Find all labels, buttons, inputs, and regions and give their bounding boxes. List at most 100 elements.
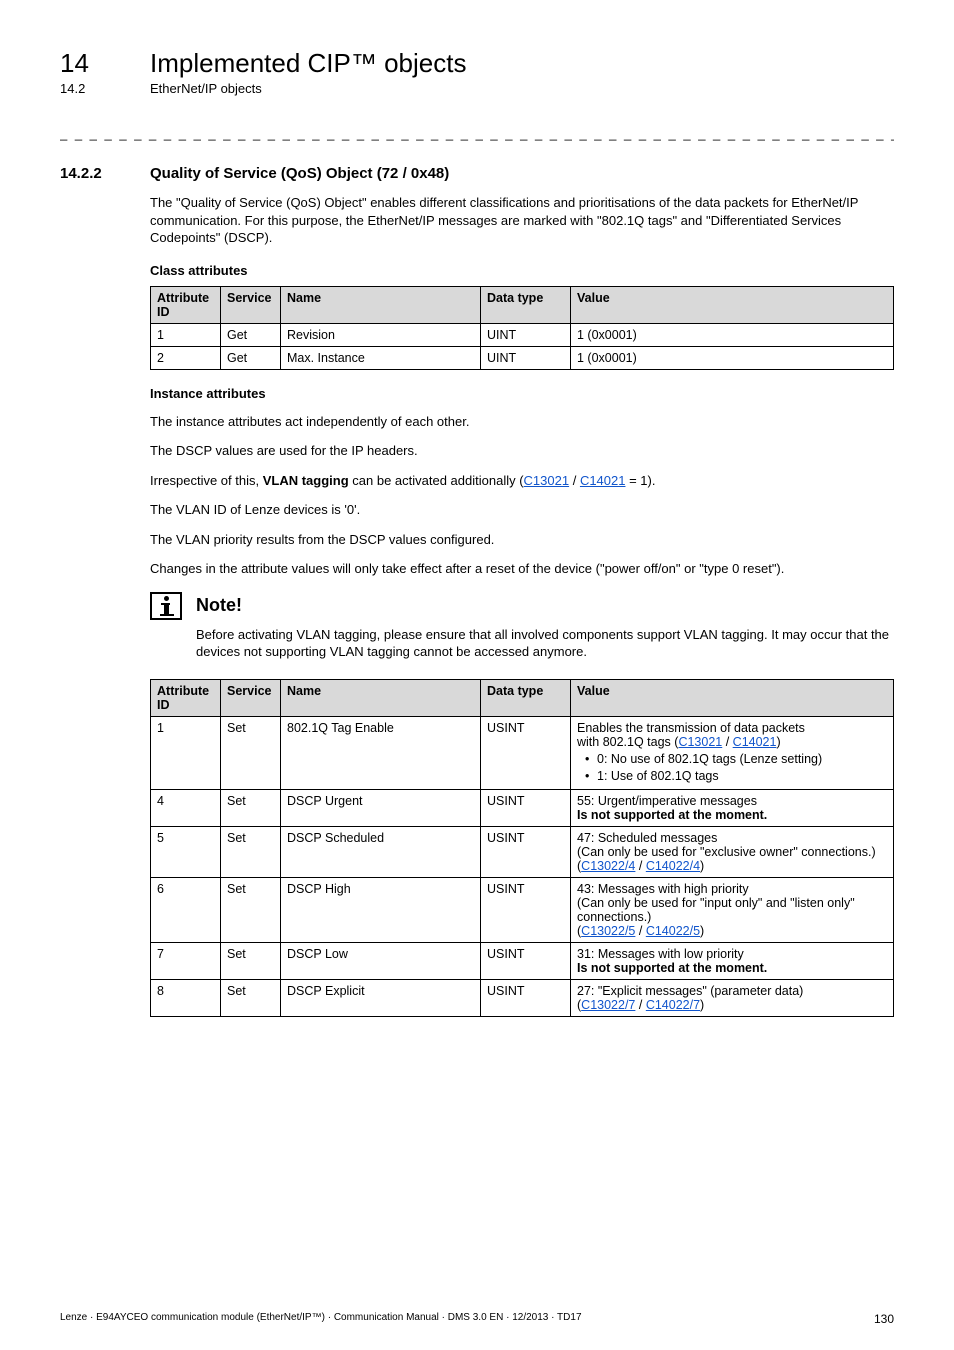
cell: Set <box>221 789 281 826</box>
chapter-title: Implemented CIP™ objects <box>150 48 466 79</box>
paragraph: The instance attributes act independentl… <box>150 413 894 431</box>
table-header-row: Attribute ID Service Name Data type Valu… <box>151 286 894 323</box>
link-c14022-5[interactable]: C14022/5 <box>646 924 700 938</box>
cell: 1 (0x0001) <box>571 323 894 346</box>
cell: Get <box>221 323 281 346</box>
intro-paragraph: The "Quality of Service (QoS) Object" en… <box>150 194 894 247</box>
link-c14022-4[interactable]: C14022/4 <box>646 859 700 873</box>
table-row: 2 Get Max. Instance UINT 1 (0x0001) <box>151 346 894 369</box>
subsection-number: 14.2.2 <box>60 165 150 182</box>
text: / <box>635 859 645 873</box>
class-attributes-table: Attribute ID Service Name Data type Valu… <box>150 286 894 370</box>
paragraph: Changes in the attribute values will onl… <box>150 560 894 578</box>
paragraph: The VLAN priority results from the DSCP … <box>150 531 894 549</box>
text: Enables the transmission of data packets <box>577 721 805 735</box>
link-c13022-4[interactable]: C13022/4 <box>581 859 635 873</box>
cell: UINT <box>481 323 571 346</box>
link-c14021[interactable]: C14021 <box>733 735 777 749</box>
cell: Set <box>221 979 281 1016</box>
text: ) <box>700 859 704 873</box>
table-header-row: Attribute ID Service Name Data type Valu… <box>151 680 894 717</box>
cell: USINT <box>481 877 571 942</box>
cell: 31: Messages with low priority Is not su… <box>571 942 894 979</box>
text: 43: Messages with high priority <box>577 882 749 896</box>
cell: 7 <box>151 942 221 979</box>
table-row: 6 Set DSCP High USINT 43: Messages with … <box>151 877 894 942</box>
col-data-type: Data type <box>481 286 571 323</box>
paragraph: The DSCP values are used for the IP head… <box>150 442 894 460</box>
cell: USINT <box>481 942 571 979</box>
cell: DSCP High <box>281 877 481 942</box>
text: 47: Scheduled messages <box>577 831 717 845</box>
col-value: Value <box>571 680 894 717</box>
cell: Revision <box>281 323 481 346</box>
text: ) <box>700 998 704 1012</box>
cell: 1 <box>151 717 221 790</box>
cell: 1 <box>151 323 221 346</box>
cell: Set <box>221 826 281 877</box>
cell: Set <box>221 717 281 790</box>
cell: 6 <box>151 877 221 942</box>
cell: 55: Urgent/imperative messages Is not su… <box>571 789 894 826</box>
cell: Max. Instance <box>281 346 481 369</box>
paragraph: Irrespective of this, VLAN tagging can b… <box>150 472 894 490</box>
note-box: Note! Before activating VLAN tagging, pl… <box>150 592 894 661</box>
cell: DSCP Urgent <box>281 789 481 826</box>
page: 14 Implemented CIP™ objects 14.2 EtherNe… <box>0 0 954 1350</box>
instance-attributes-table: Attribute ID Service Name Data type Valu… <box>150 679 894 1017</box>
link-c13022-5[interactable]: C13022/5 <box>581 924 635 938</box>
cell: USINT <box>481 826 571 877</box>
separator: _ _ _ _ _ _ _ _ _ _ _ _ _ _ _ _ _ _ _ _ … <box>60 126 894 141</box>
col-value: Value <box>571 286 894 323</box>
footer-text: Lenze · E94AYCEO communication module (E… <box>60 1312 582 1326</box>
text: / <box>635 924 645 938</box>
text: 31: Messages with low priority <box>577 947 744 961</box>
text: / <box>569 473 580 488</box>
section-title: EtherNet/IP objects <box>150 81 262 96</box>
list-item: 1: Use of 802.1Q tags <box>589 768 887 785</box>
link-c14022-7[interactable]: C14022/7 <box>646 998 700 1012</box>
section-header: 14.2 EtherNet/IP objects <box>60 81 894 96</box>
note-body: Before activating VLAN tagging, please e… <box>196 626 894 661</box>
text: 27: "Explicit messages" (parameter data) <box>577 984 803 998</box>
cell: 8 <box>151 979 221 1016</box>
subsection-title: Quality of Service (QoS) Object (72 / 0x… <box>150 165 449 182</box>
cell: 2 <box>151 346 221 369</box>
page-number: 130 <box>874 1312 894 1326</box>
table-row: 4 Set DSCP Urgent USINT 55: Urgent/imper… <box>151 789 894 826</box>
link-c13021[interactable]: C13021 <box>678 735 722 749</box>
link-c14021[interactable]: C14021 <box>580 473 626 488</box>
chapter-number: 14 <box>60 48 150 79</box>
col-attribute-id: Attribute ID <box>151 286 221 323</box>
text: = 1). <box>625 473 655 488</box>
cell: Set <box>221 877 281 942</box>
paragraph: The VLAN ID of Lenze devices is '0'. <box>150 501 894 519</box>
text: with 802.1Q tags ( <box>577 735 678 749</box>
cell: UINT <box>481 346 571 369</box>
cell: 802.1Q Tag Enable <box>281 717 481 790</box>
bullet-list: 0: No use of 802.1Q tags (Lenze setting)… <box>577 751 887 785</box>
info-icon <box>150 592 182 620</box>
text: (Can only be used for "input only" and "… <box>577 896 855 924</box>
col-name: Name <box>281 286 481 323</box>
note-title: Note! <box>196 595 242 616</box>
cell: USINT <box>481 979 571 1016</box>
cell: Get <box>221 346 281 369</box>
cell: Set <box>221 942 281 979</box>
link-c13021[interactable]: C13021 <box>524 473 570 488</box>
section-number: 14.2 <box>60 81 150 96</box>
cell: 43: Messages with high priority (Can onl… <box>571 877 894 942</box>
cell: 5 <box>151 826 221 877</box>
not-supported: Is not supported at the moment. <box>577 808 767 822</box>
cell: Enables the transmission of data packets… <box>571 717 894 790</box>
note-header: Note! <box>150 592 894 620</box>
text: ) <box>700 924 704 938</box>
col-service: Service <box>221 680 281 717</box>
text: Irrespective of this, <box>150 473 263 488</box>
cell: 47: Scheduled messages (Can only be used… <box>571 826 894 877</box>
link-c13022-7[interactable]: C13022/7 <box>581 998 635 1012</box>
col-service: Service <box>221 286 281 323</box>
cell: DSCP Scheduled <box>281 826 481 877</box>
cell: 4 <box>151 789 221 826</box>
instance-attributes-heading: Instance attributes <box>150 386 894 401</box>
